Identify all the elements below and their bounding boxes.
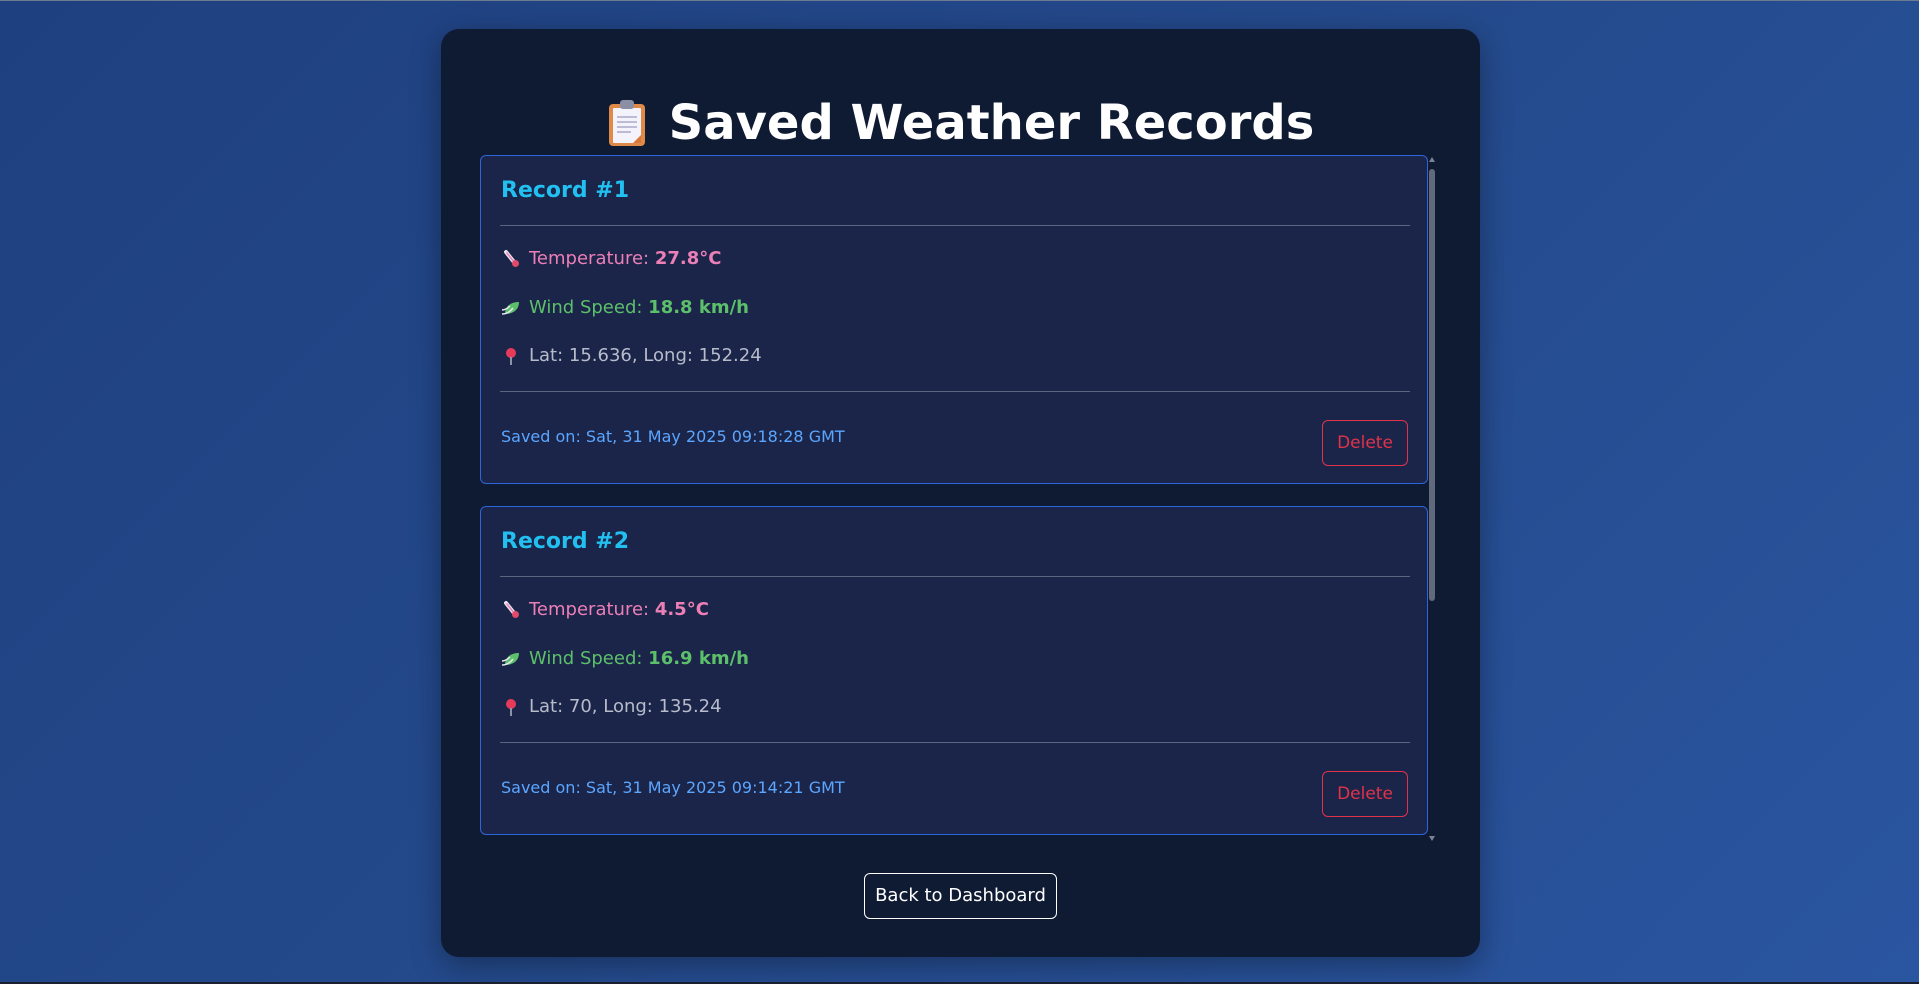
saved-on-text: Saved on: Sat, 31 May 2025 09:18:28 GMT (501, 427, 845, 446)
temperature-value: 4.5°C (654, 599, 709, 620)
page-title-text: Saved Weather Records (668, 95, 1315, 151)
delete-button[interactable]: Delete (1322, 771, 1408, 817)
temperature-value: 27.8°C (654, 248, 722, 269)
leaf-wind-icon (501, 298, 521, 318)
wind-row: Wind Speed: 16.9 km/h (501, 648, 749, 669)
delete-button[interactable]: Delete (1322, 420, 1408, 466)
scrollbar-thumb[interactable] (1429, 169, 1435, 601)
temperature-label: Temperature: (529, 248, 655, 269)
wind-label: Wind Speed: (529, 648, 649, 669)
record-card: Record #1 Temperature: 27.8°C Wind Speed… (480, 155, 1428, 484)
divider (500, 225, 1410, 226)
pin-icon (501, 346, 521, 366)
back-to-dashboard-button[interactable]: Back to Dashboard (864, 873, 1057, 919)
window-top-border (0, 0, 1919, 1)
thermometer-icon (501, 249, 521, 269)
wind-row: Wind Speed: 18.8 km/h (501, 297, 749, 318)
temperature-row: Temperature: 4.5°C (501, 599, 709, 620)
location-row: Lat: 70, Long: 135.24 (501, 696, 722, 717)
pin-icon (501, 697, 521, 717)
records-scrollbar[interactable] (1428, 157, 1436, 841)
divider (500, 742, 1410, 743)
wind-value: 18.8 km/h (648, 297, 749, 318)
record-title: Record #1 (501, 178, 630, 203)
records-panel: Saved Weather Records Record #1 Temperat… (441, 29, 1480, 957)
clipboard-icon (607, 99, 647, 147)
record-title: Record #2 (501, 529, 630, 554)
record-card: Record #2 Temperature: 4.5°C Wind Speed:… (480, 506, 1428, 835)
wind-label: Wind Speed: (529, 297, 649, 318)
divider (500, 391, 1410, 392)
location-row: Lat: 15.636, Long: 152.24 (501, 345, 762, 366)
temperature-row: Temperature: 27.8°C (501, 248, 721, 269)
scroll-down-icon[interactable] (1429, 836, 1435, 841)
leaf-wind-icon (501, 649, 521, 669)
records-list[interactable]: Record #1 Temperature: 27.8°C Wind Speed… (480, 155, 1440, 837)
temperature-label: Temperature: (529, 599, 655, 620)
scroll-up-icon[interactable] (1429, 157, 1435, 162)
thermometer-icon (501, 600, 521, 620)
wind-value: 16.9 km/h (648, 648, 749, 669)
page-title: Saved Weather Records (441, 93, 1480, 153)
location-text: Lat: 15.636, Long: 152.24 (529, 345, 762, 366)
divider (500, 576, 1410, 577)
location-text: Lat: 70, Long: 135.24 (529, 696, 722, 717)
saved-on-text: Saved on: Sat, 31 May 2025 09:14:21 GMT (501, 778, 845, 797)
